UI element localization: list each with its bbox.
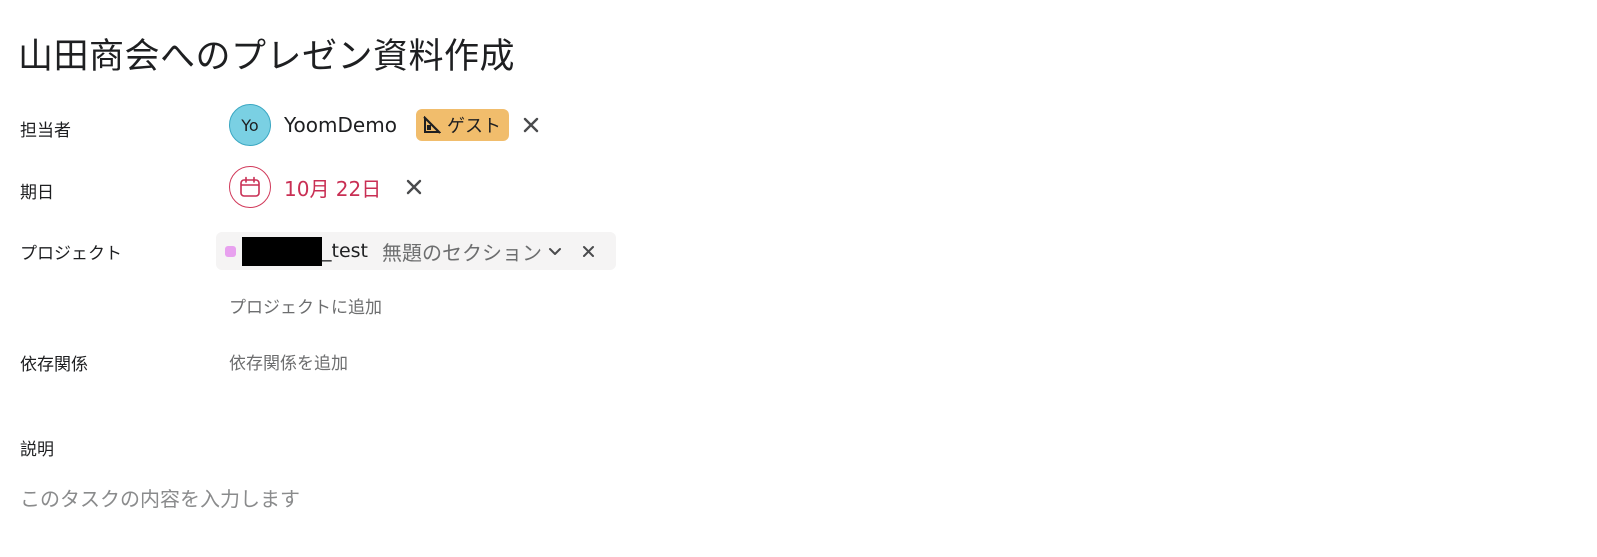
dependencies-label: 依存関係 [20, 355, 88, 375]
remove-project-close-icon[interactable] [582, 245, 595, 258]
assignee-name[interactable]: YoomDemo [284, 113, 397, 137]
remove-due-date-close-icon[interactable] [403, 176, 425, 198]
chevron-down-icon[interactable] [548, 244, 562, 258]
calendar-icon[interactable] [229, 166, 271, 208]
due-date-value[interactable]: 10月 22日 [284, 173, 381, 202]
section-name[interactable]: 無題のセクション [382, 237, 542, 266]
project-chip[interactable]: _test 無題のセクション [216, 232, 616, 270]
redacted-project-prefix [242, 236, 322, 266]
description-label: 説明 [20, 440, 54, 460]
task-title[interactable]: 山田商会へのプレゼン資料作成 [18, 28, 515, 79]
project-name[interactable]: _test [322, 240, 368, 262]
assignee-field[interactable]: Yo YoomDemo ゲスト [229, 104, 542, 146]
project-label: プロジェクト [20, 244, 122, 264]
assignee-label: 担当者 [20, 121, 71, 141]
avatar[interactable]: Yo [229, 104, 271, 146]
guest-icon [423, 116, 441, 134]
add-to-project-link[interactable]: プロジェクトに追加 [229, 293, 382, 318]
add-dependency-link[interactable]: 依存関係を追加 [229, 349, 348, 374]
project-color-dot [225, 245, 236, 257]
remove-assignee-close-icon[interactable] [520, 114, 542, 136]
guest-badge-label: ゲスト [446, 116, 501, 137]
due-date-field[interactable]: 10月 22日 [229, 166, 425, 208]
due-date-label: 期日 [20, 183, 54, 203]
guest-badge: ゲスト [415, 109, 509, 141]
description-input[interactable]: このタスクの内容を入力します [20, 483, 300, 512]
